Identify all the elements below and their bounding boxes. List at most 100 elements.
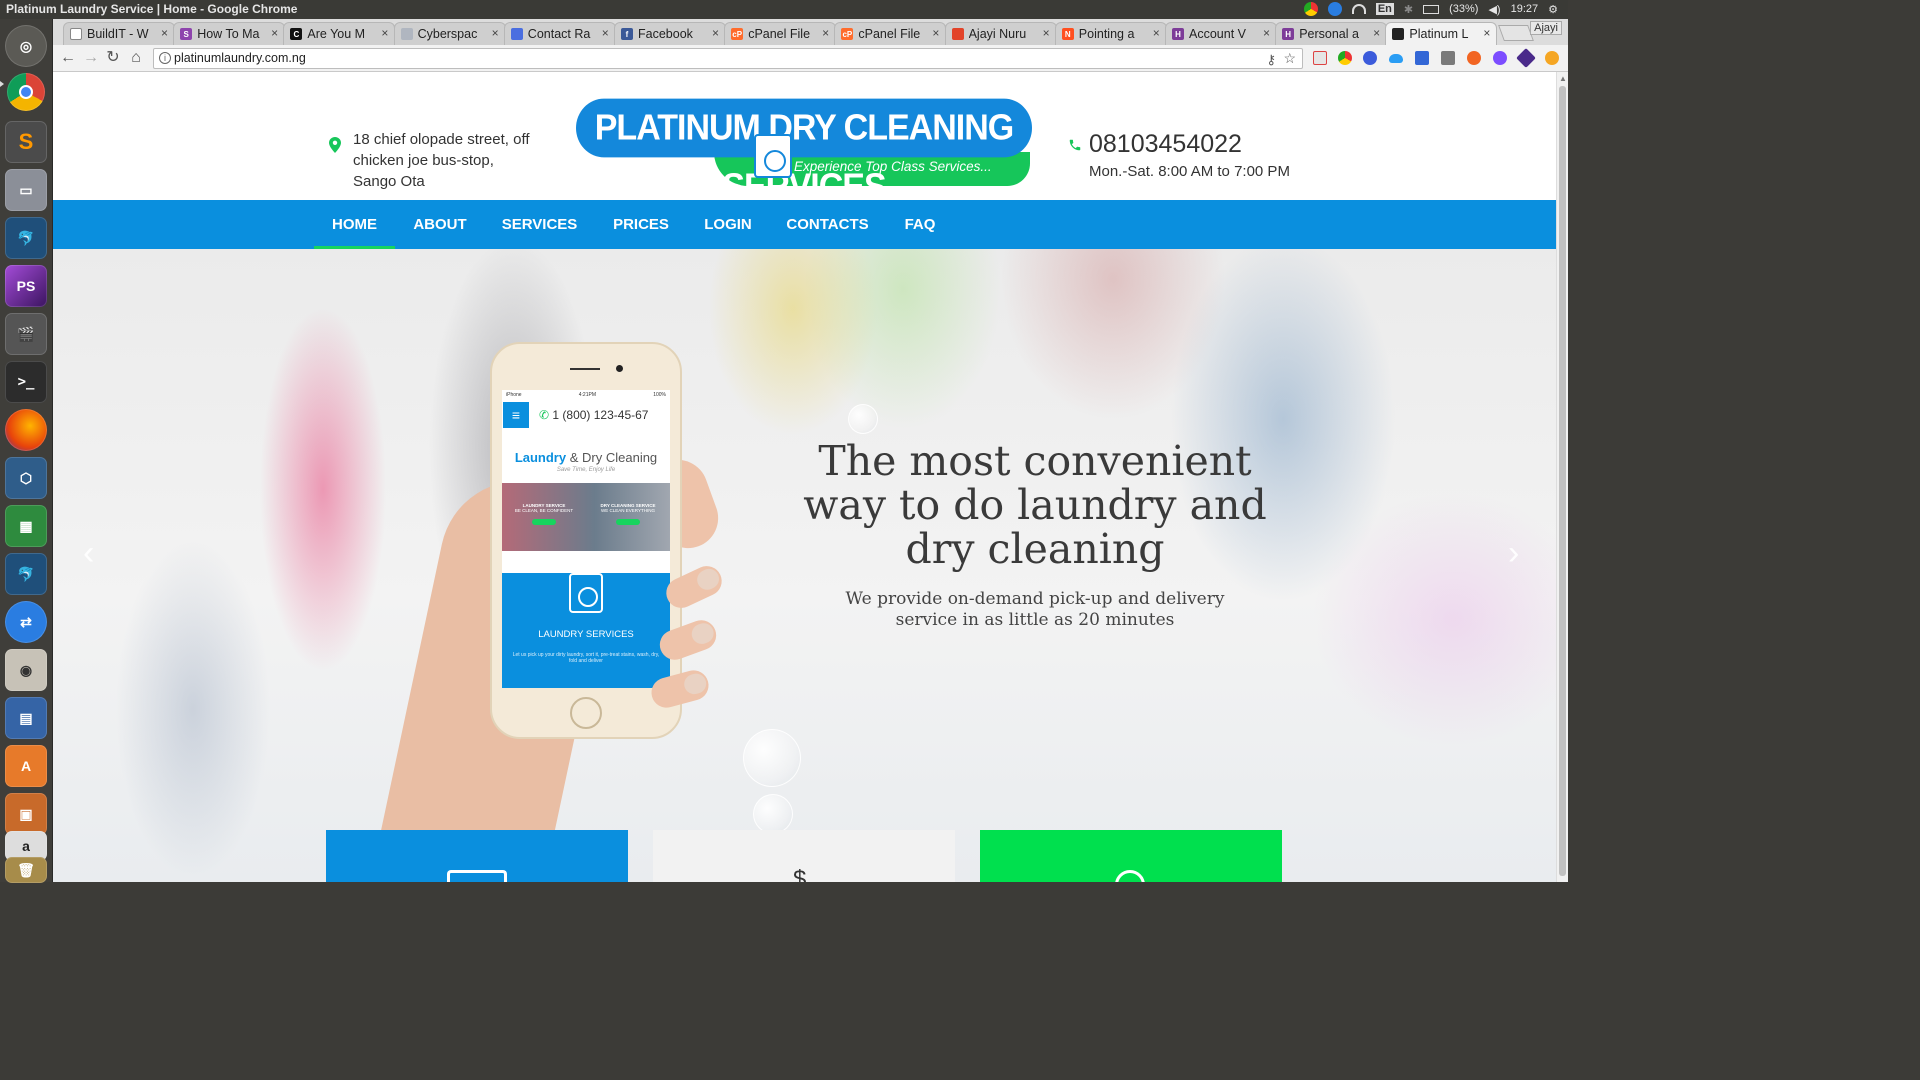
nav-prices[interactable]: PRICES: [605, 200, 677, 249]
extension-screen-icon[interactable]: [1415, 51, 1429, 65]
address-bar[interactable]: i platinumlaundry.com.ng ⚷ ☆: [153, 48, 1303, 69]
video-editor-icon[interactable]: 🎬: [5, 313, 47, 355]
browser-tab[interactable]: cP cPanel File ×: [724, 22, 837, 45]
extension-chrome-icon[interactable]: [1338, 51, 1352, 65]
browser-tab[interactable]: BuildIT - W ×: [63, 22, 175, 45]
battery-percent[interactable]: (33%): [1449, 3, 1478, 15]
browser-tab[interactable]: N Pointing a ×: [1054, 22, 1167, 45]
battery-icon[interactable]: [1423, 4, 1440, 14]
extension-at-icon[interactable]: [1363, 51, 1377, 65]
feature-card-dry-cleaning[interactable]: $: [653, 830, 955, 882]
nav-faq[interactable]: FAQ: [896, 200, 944, 249]
mockup-menu-icon: ≡: [503, 402, 529, 428]
phpstorm-icon[interactable]: PS: [5, 265, 47, 307]
document-viewer-icon[interactable]: ▤: [5, 697, 47, 739]
tab-close-icon[interactable]: ×: [161, 26, 168, 40]
site-info-icon[interactable]: i: [159, 52, 171, 64]
bluetooth-icon[interactable]: ✱: [1404, 3, 1413, 16]
feature-card-laundry[interactable]: [326, 830, 628, 882]
url-text[interactable]: platinumlaundry.com.ng: [174, 51, 306, 65]
nav-home[interactable]: HOME: [314, 200, 395, 249]
terminal-icon[interactable]: >_: [5, 361, 47, 403]
slider-prev-arrow-icon[interactable]: ‹: [83, 534, 94, 573]
tab-close-icon[interactable]: ×: [381, 26, 388, 40]
tab-close-icon[interactable]: ×: [1373, 26, 1380, 40]
h-icon: H: [1172, 28, 1184, 40]
tab-close-icon[interactable]: ×: [1263, 26, 1270, 40]
teamviewer-icon[interactable]: ⇄: [5, 601, 47, 643]
extension-calendar-icon[interactable]: [1313, 51, 1327, 65]
tab-close-icon[interactable]: ×: [492, 26, 499, 40]
teamviewer-tray-icon[interactable]: [1327, 2, 1342, 16]
browser-tab[interactable]: H Personal a ×: [1275, 22, 1388, 45]
tab-close-icon[interactable]: ×: [1153, 26, 1160, 40]
clock[interactable]: 19:27: [1511, 3, 1539, 15]
scroll-up-icon[interactable]: ▲: [1559, 74, 1567, 83]
trash-icon[interactable]: 🗑: [5, 857, 47, 883]
browser-tab[interactable]: Contact Ra ×: [503, 22, 616, 45]
browser-tab[interactable]: Cyberspac ×: [393, 22, 506, 45]
firefox-icon[interactable]: [5, 409, 47, 451]
chrome-launcher-icon[interactable]: [7, 73, 45, 111]
volume-icon[interactable]: ◀): [1488, 3, 1500, 16]
window-title: Platinum Laundry Service | Home - Google…: [6, 2, 298, 16]
c-icon: C: [290, 28, 303, 40]
forward-button[interactable]: →: [82, 49, 100, 67]
spreadsheet-icon[interactable]: ▦: [5, 505, 47, 547]
extension-cloud-icon[interactable]: [1389, 54, 1403, 63]
bubble-decoration: [753, 794, 793, 834]
tab-close-icon[interactable]: ×: [271, 26, 278, 40]
tab-close-icon[interactable]: ×: [1043, 26, 1050, 40]
bookmark-star-icon[interactable]: ☆: [1283, 49, 1296, 68]
wifi-icon[interactable]: [1351, 4, 1366, 14]
password-key-icon[interactable]: ⚷: [1266, 50, 1276, 69]
nav-contacts[interactable]: CONTACTS: [779, 200, 876, 249]
browser-tab[interactable]: Platinum L ×: [1385, 22, 1498, 45]
keyboard-lang-indicator[interactable]: En: [1375, 3, 1394, 15]
extension-alert-icon[interactable]: [1545, 51, 1559, 65]
browser-tab[interactable]: H Account V ×: [1165, 22, 1277, 45]
tab-label: Are You M: [307, 27, 366, 41]
mysql-workbench-icon[interactable]: 🐬: [5, 217, 47, 259]
nav-services[interactable]: SERVICES: [493, 200, 586, 249]
extension-layers-icon[interactable]: [1516, 48, 1536, 68]
tab-close-icon[interactable]: ×: [932, 26, 939, 40]
sublime-text-icon[interactable]: S: [5, 121, 47, 163]
ubuntu-dash-icon[interactable]: ◎: [5, 25, 47, 67]
nav-about[interactable]: ABOUT: [403, 200, 477, 249]
washing-machine-icon: [447, 870, 507, 882]
tab-close-icon[interactable]: ×: [602, 26, 609, 40]
mockup-order-now-right: [616, 519, 640, 525]
browser-tab[interactable]: f Facebook ×: [614, 22, 726, 45]
profile-button[interactable]: Ajayi: [1530, 21, 1562, 35]
nav-login[interactable]: LOGIN: [697, 200, 759, 249]
extension-purple-icon[interactable]: [1493, 51, 1507, 65]
audio-player-icon[interactable]: ◉: [5, 649, 47, 691]
browser-tab[interactable]: cP cPanel File ×: [834, 22, 947, 45]
tab-close-icon[interactable]: ×: [822, 26, 829, 40]
new-tab-button[interactable]: [1498, 25, 1534, 41]
site-logo[interactable]: Experience Top Class Services... PLATINU…: [576, 98, 1034, 207]
browser-tab[interactable]: C Are You M ×: [283, 22, 396, 45]
presentation-icon[interactable]: ▣: [5, 793, 47, 835]
scrollbar-thumb[interactable]: [1559, 86, 1566, 876]
browser-tab[interactable]: Ajayi Nuru ×: [944, 22, 1057, 45]
slider-next-arrow-icon[interactable]: ›: [1508, 534, 1519, 573]
tab-close-icon[interactable]: ×: [1483, 26, 1490, 40]
software-center-icon[interactable]: A: [5, 745, 47, 787]
home-button[interactable]: ⌂: [127, 49, 145, 67]
tab-close-icon[interactable]: ×: [712, 26, 719, 40]
file-manager-icon[interactable]: ▭: [5, 169, 47, 211]
phone-number[interactable]: 08103454022: [1089, 130, 1242, 159]
chrome-tray-icon[interactable]: [1303, 2, 1318, 16]
virtualbox-icon[interactable]: ⬡: [5, 457, 47, 499]
extension-orange-icon[interactable]: [1467, 51, 1481, 65]
back-button[interactable]: ←: [59, 49, 77, 67]
power-gear-icon[interactable]: ⚙: [1548, 3, 1558, 16]
mysql-workbench-2-icon[interactable]: 🐬: [5, 553, 47, 595]
extension-chart-icon[interactable]: [1441, 51, 1455, 65]
page-scrollbar[interactable]: ▲: [1556, 72, 1568, 882]
browser-tab[interactable]: S How To Ma ×: [173, 22, 286, 45]
reload-button[interactable]: ↻: [104, 49, 122, 67]
feature-card-delivery[interactable]: [980, 830, 1282, 882]
